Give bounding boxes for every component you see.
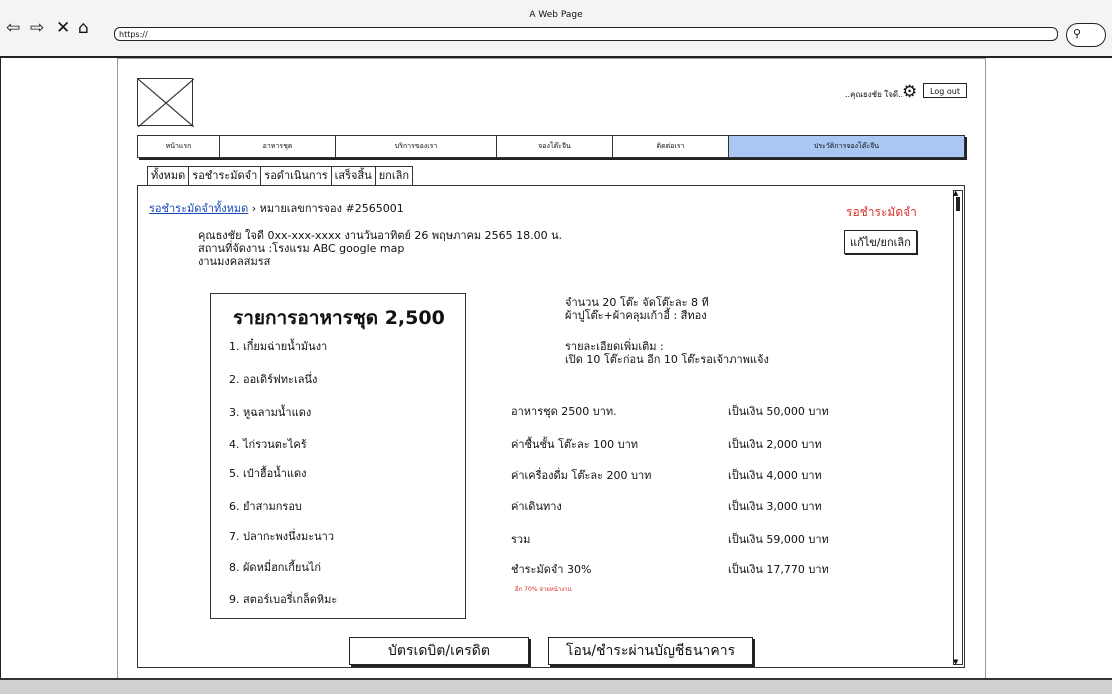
user-name: ..คุณธงชัย ใจดี.. [845, 90, 904, 99]
home-icon[interactable]: ⌂ [78, 20, 89, 37]
booking-number: หมายเลขการจอง #2565001 [259, 202, 404, 215]
cost-amount: เป็นเงิน 2,000 บาท [728, 438, 822, 451]
window-title: A Web Page [529, 10, 583, 20]
event-type: งานมงคลสมรส [198, 255, 271, 268]
forward-arrow-icon[interactable]: ⇨ [30, 20, 44, 37]
tab-all[interactable]: ทั้งหมด [147, 166, 190, 186]
tables-line: จำนวน 20 โต๊ะ จัดโต๊ะละ 8 ที [565, 296, 709, 309]
cost-amount: เป็นเงิน 3,000 บาท [728, 500, 822, 513]
cost-amount: เป็นเงิน 4,000 บาท [728, 469, 822, 482]
menu-item: 4. ไก่รวนตะไคร้ [229, 438, 307, 451]
cost-label: อาหารชุด 2500 บาท. [511, 405, 617, 418]
nav-item-services[interactable]: บริการของเรา [336, 136, 497, 157]
cloth-line: ผ้าปูโต๊ะ+ผ้าคลุมเก้าอี้ : สีทอง [565, 309, 707, 322]
status-tabs: ทั้งหมด รอชำระมัดจำ รอดำเนินการ เสร็จสิ้… [147, 166, 414, 186]
breadcrumb: รอชำระมัดจำทั้งหมด › หมายเลขการจอง #2565… [149, 197, 404, 217]
venue-line: สถานที่จัดงาน :โรงแรม ABC google map [198, 242, 405, 255]
cost-label: ค่าเครื่องดื่ม โต๊ะละ 200 บาท [511, 469, 652, 482]
nav-item-booking[interactable]: จองโต๊ะจีน [497, 136, 613, 157]
nav-item-booking-history[interactable]: ประวัติการจองโต๊ะจีน [729, 136, 964, 157]
tab-cancelled[interactable]: ยกเลิก [374, 166, 414, 186]
scrollbar[interactable] [953, 190, 963, 665]
status-badge: รอชำระมัดจำ [846, 205, 917, 219]
remaining-note: อีก 70% จ่ายหน้างาน [515, 586, 572, 593]
logout-button[interactable]: Log out [923, 83, 967, 98]
total-amount: เป็นเงิน 59,000 บาท [728, 533, 829, 546]
menu-title: รายการอาหารชุด 2,500 [233, 307, 445, 329]
cost-label: ค่าเดินทาง [511, 500, 562, 513]
menu-item: 9. สตอร์เบอรี่เกล็ดหิมะ [229, 593, 338, 606]
menu-item: 1. เกี๋ยมฉ่ายน้ำมันงา [229, 340, 328, 353]
main-nav: หน้าแรก อาหารชุด บริการของเรา จองโต๊ะจีน… [137, 135, 965, 158]
close-icon[interactable]: ✕ [56, 20, 70, 37]
menu-item: 2. ออเดิร์ฟทะเลนึ่ง [229, 373, 318, 386]
tab-completed[interactable]: เสร็จสิ้น [330, 166, 376, 186]
scrollbar-thumb[interactable] [956, 197, 960, 211]
nav-item-set-menu[interactable]: อาหารชุด [220, 136, 336, 157]
url-bar[interactable]: https:// [114, 27, 1058, 41]
menu-item: 8. ผัดหมี่ฮกเกี้ยนไก่ [229, 561, 322, 574]
menu-item: 5. เป๋าฮื้อน้ำแดง [229, 467, 307, 480]
menu-item: 7. ปลากะพงนึ่งมะนาว [229, 530, 335, 543]
breadcrumb-separator: › [248, 202, 260, 215]
search-icon: ⚲ [1073, 27, 1082, 40]
card-payment-button[interactable]: บัตรเดบิต/เครดิต [349, 637, 529, 665]
logo-placeholder-image [137, 78, 194, 127]
customer-line: คุณธงชัย ใจดี 0xx-xxx-xxxx งานวันอาทิตย์… [198, 229, 563, 242]
cost-label: ค่าชื้นชั้น โต๊ะละ 100 บาท [511, 438, 639, 451]
tab-awaiting-deposit[interactable]: รอชำระมัดจำ [188, 166, 262, 186]
nav-item-home[interactable]: หน้าแรก [138, 136, 220, 157]
total-label: รวม [511, 533, 531, 546]
scroll-up-arrow-icon[interactable]: ▲ [953, 190, 958, 197]
tab-in-progress[interactable]: รอดำเนินการ [260, 166, 332, 186]
edit-cancel-button[interactable]: แก้ไข/ยกเลิก [844, 230, 917, 254]
scroll-down-arrow-icon[interactable]: ▼ [953, 659, 958, 666]
menu-item: 6. ยำสามกรอบ [229, 500, 302, 513]
deposit-label: ชำระมัดจำ 30% [511, 563, 592, 576]
deposit-amount: เป็นเงิน 17,770 บาท [728, 563, 829, 576]
back-arrow-icon[interactable]: ⇦ [6, 20, 20, 37]
bank-transfer-button[interactable]: โอน/ชำระผ่านบัญชีธนาคาร [548, 637, 753, 665]
more-details-label: รายละเอียดเพิ่มเติม : [565, 340, 664, 353]
browser-chrome: A Web Page ⇦ ⇨ ✕ ⌂ https:// ⚲ [0, 0, 1112, 58]
breadcrumb-link[interactable]: รอชำระมัดจำทั้งหมด [149, 202, 248, 215]
cost-amount: เป็นเงิน 50,000 บาท [728, 405, 829, 418]
more-details-text: เปิด 10 โต๊ะก่อน อีก 10 โต๊ะรอเจ้าภาพแจ้… [565, 353, 769, 366]
gear-icon[interactable]: ⚙ [902, 82, 917, 102]
nav-item-contact[interactable]: ติดต่อเรา [613, 136, 729, 157]
menu-item: 3. หูฉลามน้ำแดง [229, 406, 312, 419]
search-button[interactable]: ⚲ [1066, 23, 1106, 47]
